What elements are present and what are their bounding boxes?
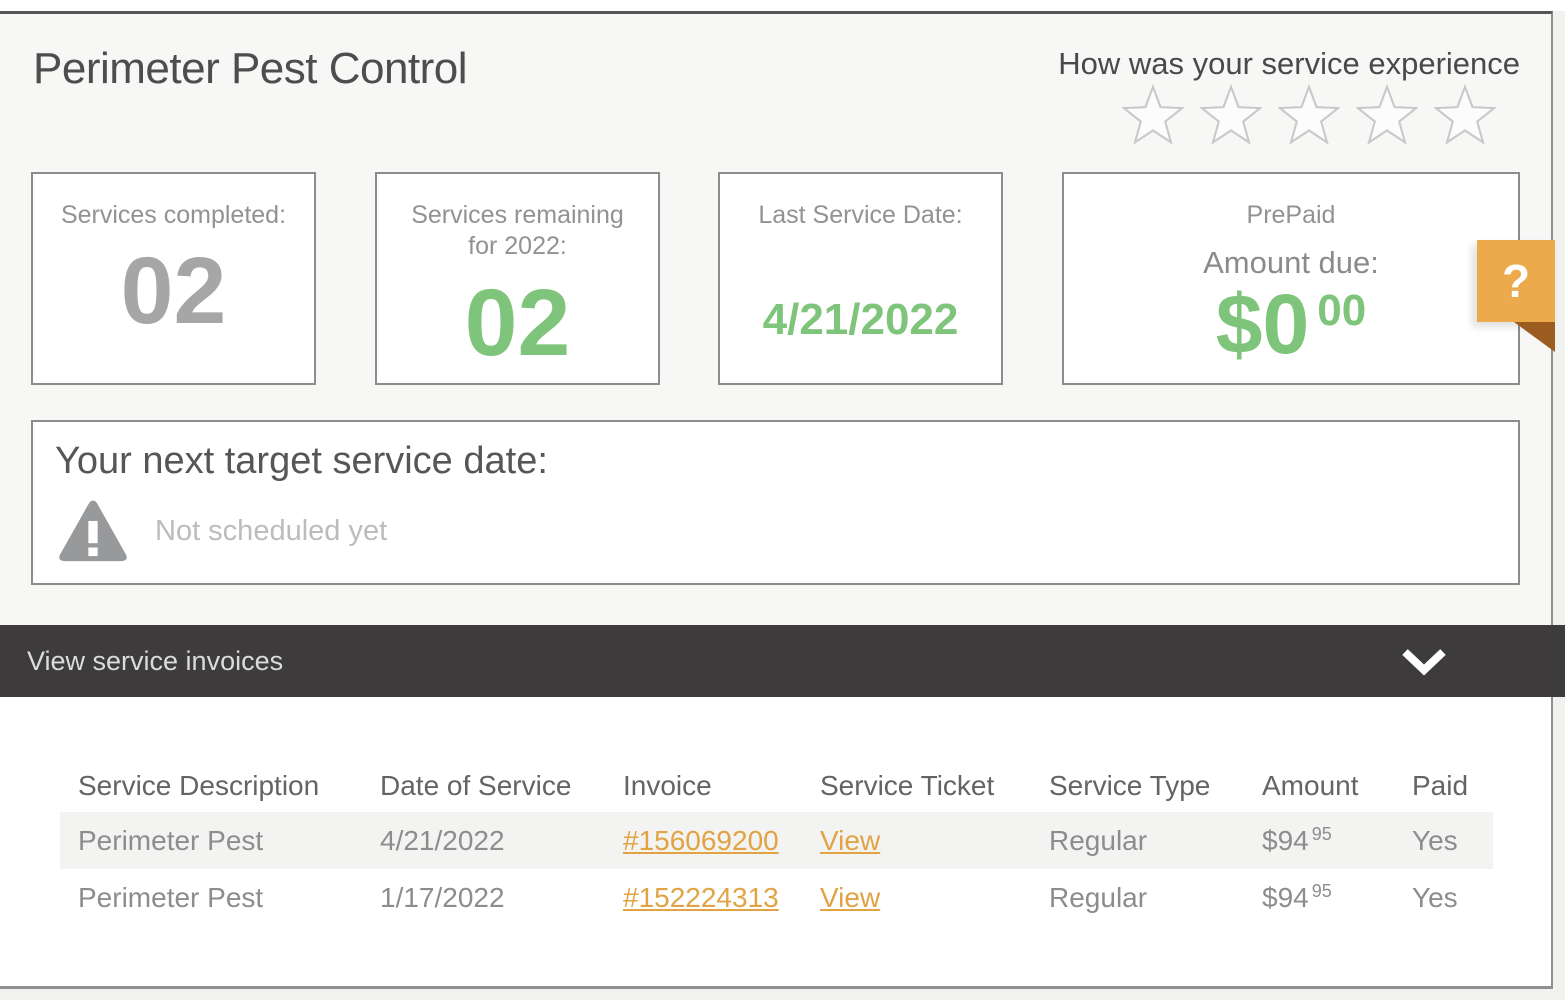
- amount-dollars: $94: [1262, 825, 1309, 856]
- view-service-invoices-bar[interactable]: View service invoices: [0, 625, 1565, 697]
- rating-question: How was your service experience: [1058, 46, 1520, 82]
- stat-card-last-service-date: Last Service Date: 4/21/2022: [718, 172, 1003, 385]
- amount-cents: 95: [1312, 881, 1332, 901]
- service-ticket-view-link[interactable]: View: [820, 882, 880, 913]
- warning-icon: [57, 498, 129, 564]
- stat-card-services-remaining: Services remaining for 2022: 02: [375, 172, 660, 385]
- column-header-paid: Paid: [1412, 770, 1493, 802]
- column-header-amount: Amount: [1262, 770, 1412, 802]
- date-of-service-cell: 4/21/2022: [380, 825, 623, 857]
- prepaid-tag: PrePaid: [1171, 200, 1411, 231]
- amount-dollars: $0: [1216, 277, 1309, 371]
- amount-due-value: $000: [1064, 285, 1518, 365]
- stat-value: 02: [33, 249, 314, 335]
- stat-card-services-completed: Services completed: 02: [31, 172, 316, 385]
- star-icon[interactable]: [1356, 84, 1418, 144]
- paid-cell: Yes: [1412, 882, 1493, 914]
- amount-cents: 95: [1312, 824, 1332, 844]
- stat-label: Last Service Date:: [741, 200, 981, 231]
- star-icon[interactable]: [1278, 84, 1340, 144]
- stat-label: Services completed:: [54, 200, 294, 231]
- service-type-cell: Regular: [1049, 882, 1262, 914]
- amount-due-label: Amount due:: [1064, 245, 1518, 281]
- paid-cell: Yes: [1412, 825, 1493, 857]
- stat-card-prepaid-amount-due: PrePaid Amount due: $000: [1062, 172, 1520, 385]
- service-description-cell: Perimeter Pest: [60, 882, 380, 914]
- table-header-row: Service Description Date of Service Invo…: [60, 760, 1493, 812]
- star-icon[interactable]: [1434, 84, 1496, 144]
- invoice-link[interactable]: #152224313: [623, 882, 779, 913]
- stat-value: 4/21/2022: [720, 295, 1001, 345]
- next-service-box: Your next target service date: Not sched…: [31, 420, 1520, 585]
- top-strip: [0, 0, 1565, 11]
- invoice-table-section: Service Description Date of Service Invo…: [0, 697, 1551, 986]
- chevron-down-icon[interactable]: [1401, 648, 1447, 676]
- amount-cell: $9495: [1262, 825, 1412, 857]
- star-rating: [1122, 84, 1496, 144]
- star-icon[interactable]: [1122, 84, 1184, 144]
- date-of-service-cell: 1/17/2022: [380, 882, 623, 914]
- star-icon[interactable]: [1200, 84, 1262, 144]
- stat-value: 02: [377, 281, 658, 367]
- invoice-link[interactable]: #156069200: [623, 825, 779, 856]
- question-mark-icon: ?: [1502, 254, 1530, 308]
- amount-cell: $9495: [1262, 882, 1412, 914]
- service-description-cell: Perimeter Pest: [60, 825, 380, 857]
- table-row: Perimeter Pest 1/17/2022 #152224313 View…: [60, 869, 1493, 926]
- amount-dollars: $94: [1262, 882, 1309, 913]
- table-row: Perimeter Pest 4/21/2022 #156069200 View…: [60, 812, 1493, 869]
- amount-cents: 00: [1317, 286, 1366, 335]
- column-header-service-description: Service Description: [60, 770, 380, 802]
- invoice-table: Service Description Date of Service Invo…: [60, 760, 1493, 926]
- column-header-service-type: Service Type: [1049, 770, 1262, 802]
- next-service-label: Your next target service date:: [55, 440, 548, 483]
- service-ticket-view-link[interactable]: View: [820, 825, 880, 856]
- help-tab-button[interactable]: ?: [1477, 240, 1555, 322]
- column-header-invoice: Invoice: [623, 770, 820, 802]
- page-title: Perimeter Pest Control: [33, 44, 467, 94]
- column-header-service-ticket: Service Ticket: [820, 770, 1049, 802]
- next-service-status: Not scheduled yet: [155, 515, 387, 548]
- invoices-bar-label: View service invoices: [27, 625, 283, 697]
- column-header-date-of-service: Date of Service: [380, 770, 623, 802]
- service-type-cell: Regular: [1049, 825, 1262, 857]
- stat-label: Services remaining for 2022:: [398, 200, 638, 263]
